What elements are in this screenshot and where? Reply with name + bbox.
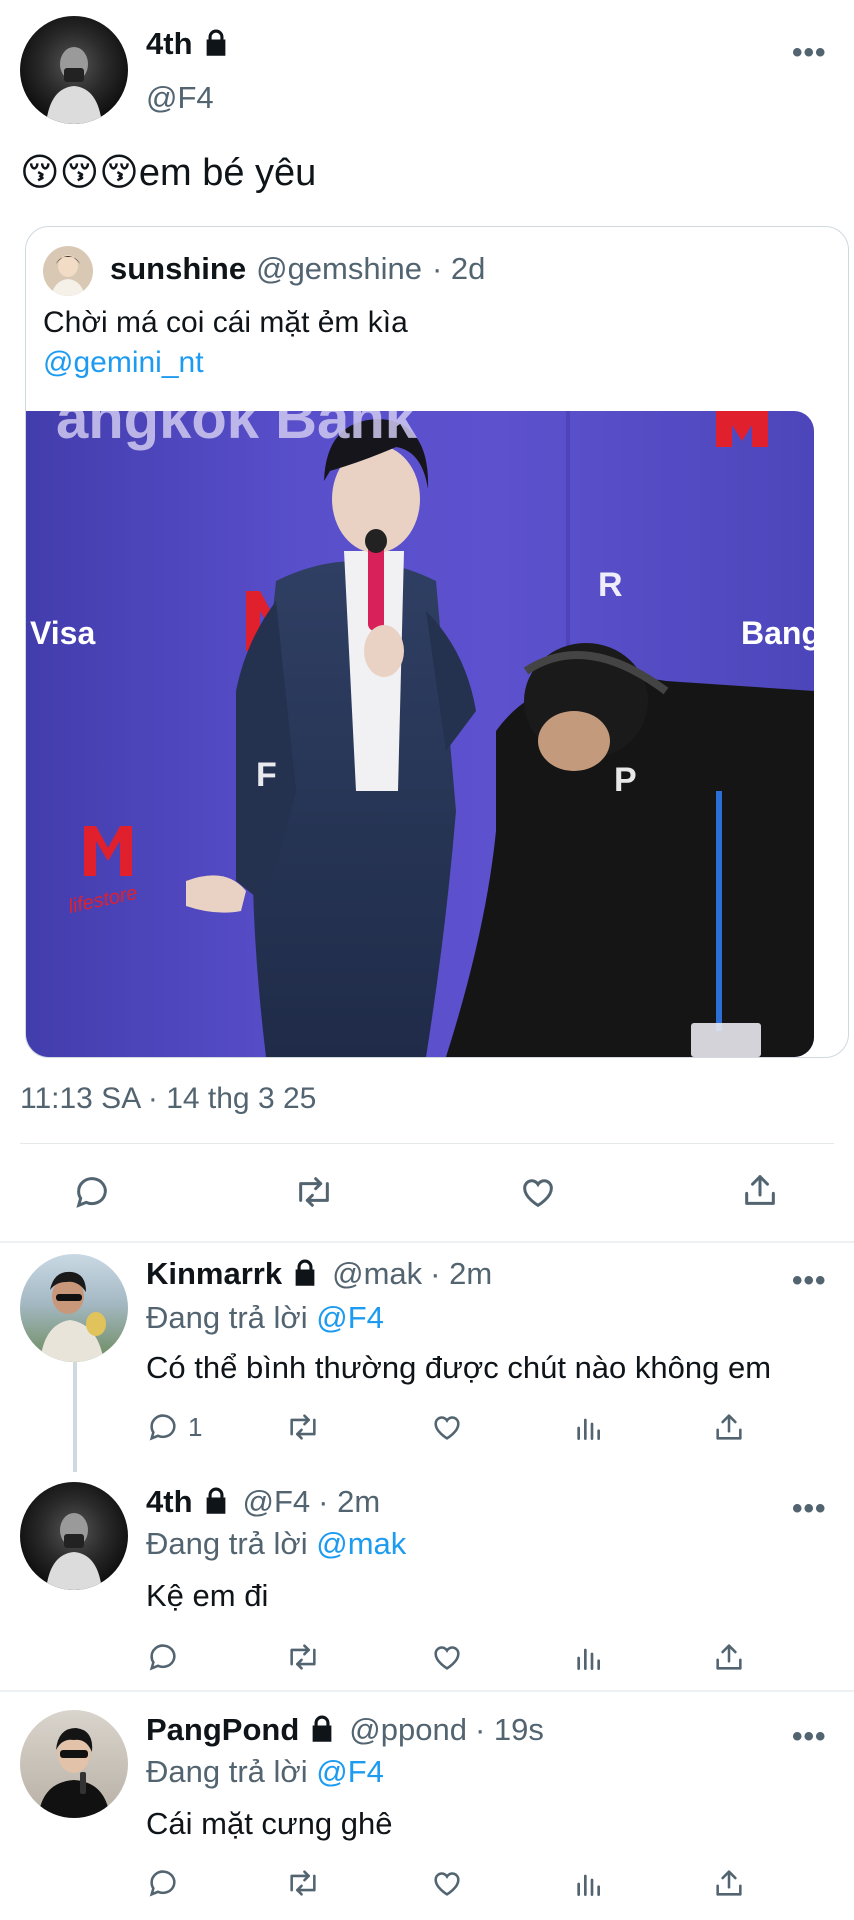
- like-icon[interactable]: [430, 1640, 464, 1674]
- lock-icon: [307, 1713, 337, 1748]
- lock-icon: [201, 27, 231, 62]
- reply-avatar[interactable]: [20, 1254, 128, 1362]
- reply-avatar[interactable]: [20, 1482, 128, 1590]
- kiss-emoji: 😚😚😚: [20, 152, 139, 194]
- quoted-mention-link[interactable]: @gemini_nt: [43, 343, 204, 383]
- lock-icon: [290, 1257, 320, 1292]
- main-author-name[interactable]: 4th: [146, 26, 193, 62]
- reply-time: · 2m: [430, 1256, 493, 1291]
- more-options-icon[interactable]: •••: [792, 1492, 827, 1526]
- replying-to-link[interactable]: @F4: [316, 1754, 384, 1789]
- reply-author-handle[interactable]: @mak: [332, 1256, 422, 1292]
- svg-text:F: F: [256, 756, 277, 794]
- main-author-handle[interactable]: @F4: [146, 80, 214, 116]
- replying-to-link[interactable]: @mak: [316, 1526, 406, 1561]
- retweet-icon[interactable]: [284, 1410, 322, 1444]
- replying-prefix: Đang trả lời: [146, 1300, 308, 1335]
- quoted-photo[interactable]: R P F angkok Bank Visa Bang lifestore: [26, 411, 814, 1057]
- reply-author-name[interactable]: PangPond: [146, 1712, 299, 1748]
- main-author-avatar[interactable]: [20, 16, 128, 124]
- like-icon[interactable]: [430, 1866, 464, 1900]
- analytics-icon[interactable]: [572, 1868, 604, 1900]
- photo-bang-text: Bang: [741, 615, 814, 651]
- replying-prefix: Đang trả lời: [146, 1754, 308, 1789]
- reply-count: 1: [188, 1411, 203, 1442]
- thread-connector-line: [73, 1362, 77, 1472]
- quoted-text: Chời má coi cái mặt ẻm kìa: [43, 306, 408, 339]
- quoted-tweet-card[interactable]: sunshine @gemshine · 2d Chời má coi cái …: [25, 226, 849, 1058]
- retweet-icon[interactable]: [284, 1866, 322, 1900]
- reply-icon[interactable]: [146, 1866, 180, 1900]
- more-options-icon[interactable]: •••: [792, 1264, 827, 1298]
- reply-text: Cái mặt cưng ghê: [146, 1806, 393, 1841]
- svg-text:P: P: [614, 761, 637, 799]
- reply-author-handle[interactable]: @F4: [243, 1484, 311, 1520]
- share-icon[interactable]: [712, 1410, 746, 1444]
- reply-icon[interactable]: [146, 1410, 180, 1444]
- share-icon[interactable]: [712, 1640, 746, 1674]
- like-icon[interactable]: [430, 1410, 464, 1444]
- photo-banner-text: angkok Bank: [56, 411, 417, 451]
- photo-visa-text: Visa: [30, 615, 96, 651]
- main-tweet-body: em bé yêu: [138, 152, 317, 194]
- reply-author-name[interactable]: Kinmarrk: [146, 1256, 282, 1292]
- share-icon[interactable]: [740, 1170, 780, 1210]
- retweet-icon[interactable]: [284, 1640, 322, 1674]
- reply-time: · 2m: [318, 1484, 381, 1519]
- analytics-icon[interactable]: [572, 1642, 604, 1674]
- reply-text: Có thể bình thường được chút nào không e…: [146, 1350, 772, 1385]
- reply-time: · 19s: [474, 1712, 544, 1747]
- share-icon[interactable]: [712, 1866, 746, 1900]
- reply-author-handle[interactable]: @ppond: [349, 1712, 467, 1748]
- replying-to: Đang trả lời @mak: [146, 1524, 406, 1564]
- svg-text:R: R: [598, 566, 623, 604]
- replying-to: Đang trả lời @F4: [146, 1298, 384, 1338]
- main-tweet-text: 😚😚😚em bé yêu: [20, 150, 316, 196]
- reply-icon[interactable]: [146, 1640, 180, 1674]
- replying-to-link[interactable]: @F4: [316, 1300, 384, 1335]
- tweet-timestamp[interactable]: 11:13 SA · 14 thg 3 25: [20, 1082, 316, 1116]
- lock-icon: [201, 1485, 231, 1520]
- quoted-time: · 2d: [431, 251, 486, 286]
- reply-author-name[interactable]: 4th: [146, 1484, 193, 1520]
- reply-icon[interactable]: [72, 1172, 112, 1212]
- quoted-author-handle[interactable]: @gemshine: [256, 251, 422, 287]
- more-options-icon[interactable]: •••: [792, 36, 827, 70]
- more-options-icon[interactable]: •••: [792, 1720, 827, 1754]
- like-icon[interactable]: [518, 1172, 558, 1212]
- replying-prefix: Đang trả lời: [146, 1526, 308, 1561]
- quoted-author-avatar[interactable]: [43, 246, 93, 296]
- reply-text: Kệ em đi: [146, 1578, 269, 1613]
- replying-to: Đang trả lời @F4: [146, 1752, 384, 1792]
- retweet-icon[interactable]: [292, 1172, 336, 1212]
- analytics-icon[interactable]: [572, 1412, 604, 1444]
- quoted-author-name[interactable]: sunshine: [110, 251, 246, 287]
- reply-avatar[interactable]: [20, 1710, 128, 1818]
